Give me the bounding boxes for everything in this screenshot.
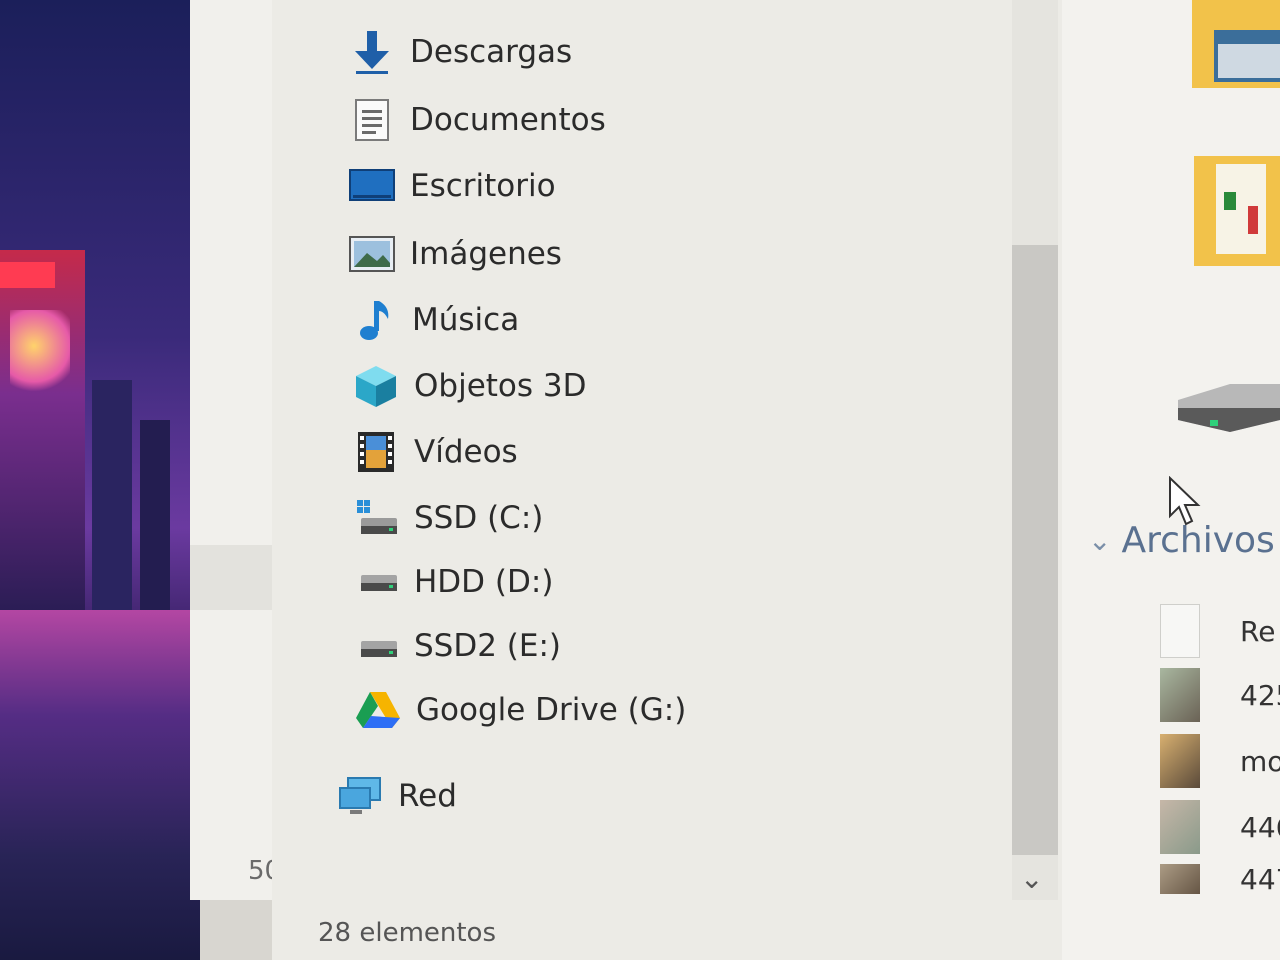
scrollbar-thumb[interactable] xyxy=(1012,245,1058,855)
nav-item-escritorio[interactable]: Escritorio xyxy=(348,160,556,212)
google-drive-icon xyxy=(354,686,402,734)
desktop-icon xyxy=(348,162,396,210)
file-photo-thumbnail-icon xyxy=(1160,668,1200,722)
nav-item-label: SSD (C:) xyxy=(414,500,544,536)
file-row[interactable]: Re xyxy=(1160,604,1275,658)
wallpaper-building xyxy=(0,250,85,610)
wallpaper-water xyxy=(0,610,200,960)
file-name: mo xyxy=(1240,744,1280,778)
background-window-row xyxy=(190,545,280,610)
wallpaper-building xyxy=(92,380,132,610)
music-note-icon xyxy=(350,296,398,344)
drive-icon xyxy=(352,558,400,606)
navigation-scrollbar[interactable]: ⌄ xyxy=(1012,0,1058,900)
file-name: 447 xyxy=(1240,864,1280,894)
file-photo-thumbnail-icon xyxy=(1160,864,1200,894)
background-explorer-window[interactable]: 50 xyxy=(190,0,281,900)
file-photo-thumbnail-icon xyxy=(1160,800,1200,854)
nav-item-musica[interactable]: Música xyxy=(350,294,519,346)
wallpaper-neon-sign xyxy=(0,262,55,288)
nav-item-documentos[interactable]: Documentos xyxy=(348,94,606,146)
download-arrow-icon xyxy=(348,28,396,76)
nav-item-label: Descargas xyxy=(410,34,573,70)
nav-item-red[interactable]: Red xyxy=(336,770,457,822)
nav-item-imagenes[interactable]: Imágenes xyxy=(348,228,562,280)
nav-item-label: Objetos 3D xyxy=(414,368,587,404)
chevron-down-icon[interactable]: ⌄ xyxy=(1088,524,1111,557)
nav-item-descargas[interactable]: Descargas xyxy=(348,26,572,78)
file-row[interactable]: 425 xyxy=(1160,668,1280,722)
file-name: 446 xyxy=(1240,810,1280,844)
nav-item-ssd2-e[interactable]: SSD2 (E:) xyxy=(352,620,561,672)
folder-pictures-icon[interactable] xyxy=(1192,0,1280,92)
nav-item-label: Escritorio xyxy=(410,168,556,204)
file-name: 425 xyxy=(1240,678,1280,712)
drive-icon xyxy=(352,622,400,670)
nav-item-hdd-d[interactable]: HDD (D:) xyxy=(352,556,553,608)
file-row[interactable]: 446 xyxy=(1160,800,1280,854)
desktop-wallpaper xyxy=(0,0,200,960)
file-row[interactable]: mo xyxy=(1160,734,1280,788)
drive-icon[interactable] xyxy=(1170,380,1280,440)
pictures-icon xyxy=(348,230,396,278)
nav-item-ssd-c[interactable]: SSD (C:) xyxy=(352,492,543,544)
folder-documents-icon[interactable] xyxy=(1194,150,1280,270)
nav-item-label: SSD2 (E:) xyxy=(414,628,562,664)
file-row[interactable]: 447 xyxy=(1160,864,1280,894)
nav-item-google-drive[interactable]: Google Drive (G:) xyxy=(354,684,686,736)
windows-drive-icon xyxy=(352,494,400,542)
3d-objects-icon xyxy=(352,362,400,410)
nav-item-label: Vídeos xyxy=(414,434,518,470)
file-name: Re xyxy=(1240,614,1276,648)
file-photo-thumbnail-icon xyxy=(1160,734,1200,788)
nav-item-label: Música xyxy=(412,302,520,338)
status-item-count: 28 elementos xyxy=(318,918,497,948)
nav-item-label: Documentos xyxy=(410,102,606,138)
network-icon xyxy=(336,772,384,820)
nav-item-objetos-3d[interactable]: Objetos 3D xyxy=(352,360,586,412)
mouse-cursor-icon xyxy=(1169,476,1201,526)
wallpaper-building xyxy=(140,420,170,610)
videos-icon xyxy=(352,428,400,476)
nav-item-label: HDD (D:) xyxy=(414,564,554,600)
file-document-icon xyxy=(1160,604,1200,658)
nav-item-label: Imágenes xyxy=(410,236,562,272)
nav-item-videos[interactable]: Vídeos xyxy=(352,426,518,478)
documents-icon xyxy=(348,96,396,144)
scroll-down-chevron-icon[interactable]: ⌄ xyxy=(1020,862,1043,895)
nav-item-label: Red xyxy=(398,778,457,814)
nav-item-label: Google Drive (G:) xyxy=(416,692,687,728)
